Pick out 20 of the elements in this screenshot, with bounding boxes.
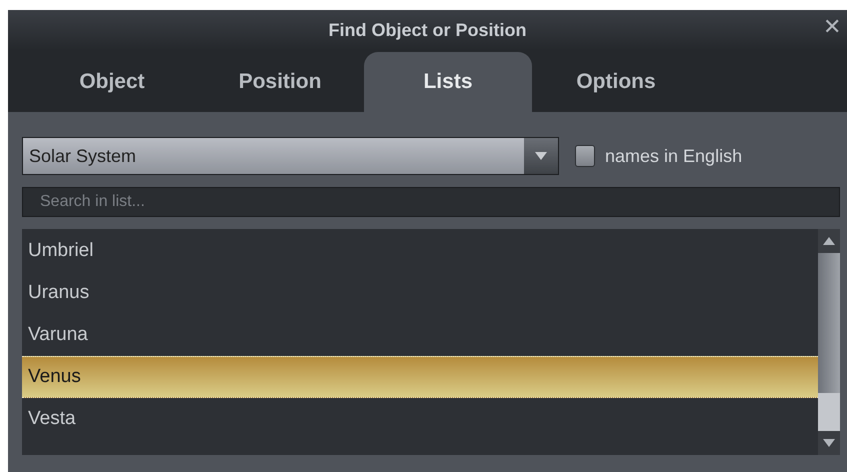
list-item[interactable]: Uranus — [22, 272, 818, 314]
list-dropdown[interactable]: Solar System — [22, 137, 559, 175]
list-item[interactable]: Umbriel — [22, 230, 818, 272]
search-field[interactable]: Search in list... — [22, 187, 840, 217]
scrollbar-thumb[interactable] — [818, 393, 840, 431]
list-item[interactable]: Vesta — [22, 398, 818, 440]
scrollbar[interactable] — [818, 229, 840, 455]
scroll-up-icon[interactable] — [823, 237, 835, 245]
caret-down-icon — [535, 152, 547, 160]
close-button[interactable]: ✕ — [819, 16, 845, 38]
list-item[interactable]: Varuna — [22, 314, 818, 356]
scroll-down-icon[interactable] — [823, 439, 835, 447]
checkbox-label: names in English — [605, 144, 742, 168]
tab[interactable]: Object — [28, 52, 196, 112]
list-item[interactable]: Venus — [22, 356, 818, 398]
tab[interactable]: Lists — [364, 52, 532, 112]
window-title: Find Object or Position — [328, 18, 526, 42]
tab[interactable]: Options — [532, 52, 700, 112]
tab[interactable]: Position — [196, 52, 364, 112]
english-names-checkbox[interactable] — [575, 145, 595, 167]
